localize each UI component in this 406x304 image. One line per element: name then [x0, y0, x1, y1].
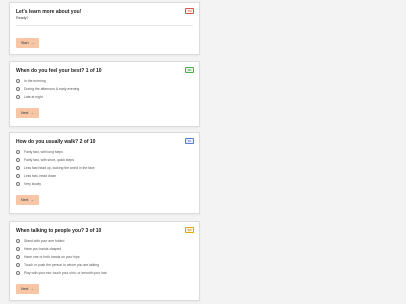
option-label: Less fast head up, looking the world in …: [24, 166, 95, 170]
radio-button[interactable]: [16, 182, 20, 186]
radio-button[interactable]: [16, 166, 20, 170]
option-item[interactable]: Have you hands clasped: [16, 245, 193, 253]
card-subtitle: Ready?: [16, 16, 29, 20]
radio-button[interactable]: [16, 271, 20, 275]
question-card-3: When talking to people you? 3 of 10 SR S…: [9, 221, 200, 301]
question-title: How do you usually walk? 2 of 10: [16, 139, 96, 145]
user-badge: SR: [185, 227, 194, 233]
question-card-2: How do you usually walk? 2 of 10 SL Fair…: [9, 132, 200, 214]
option-label: Have one or both hands on your hips: [24, 255, 80, 259]
option-label: In the morning: [24, 79, 46, 83]
arrow-right-icon: →: [30, 198, 34, 202]
options-list: Fairly fast, with long steps Fairly fast…: [16, 148, 193, 188]
button-label: Next: [21, 198, 29, 202]
option-label: During the afternoon & early evening: [24, 87, 80, 91]
question-card-1: When do you feel your best? 1 of 10 SK I…: [9, 61, 200, 127]
option-item[interactable]: Play with your ear, touch your chin, or …: [16, 269, 193, 277]
option-label: Fairly fast, with short, quick steps: [24, 158, 74, 162]
option-label: Less fast, head down: [24, 174, 57, 178]
option-label: Late at night: [24, 95, 43, 99]
options-list: Stand with your arm folded Have you hand…: [16, 237, 193, 277]
options-list: In the morning During the afternoon & ea…: [16, 77, 193, 101]
next-button[interactable]: Next →: [16, 108, 39, 118]
option-item[interactable]: Very slowly: [16, 180, 193, 188]
button-label: Next: [21, 287, 29, 291]
option-label: Fairly fast, with long steps: [24, 150, 64, 154]
card-title: Let's learn more about you!: [16, 9, 82, 15]
radio-button[interactable]: [16, 158, 20, 162]
arrow-right-icon: →: [30, 41, 35, 45]
option-label: Stand with your arm folded: [24, 239, 65, 243]
intro-card: Let's learn more about you! Ready? TM St…: [9, 2, 200, 55]
option-item[interactable]: Less fast, head down: [16, 172, 193, 180]
question-title: When talking to people you? 3 of 10: [16, 228, 102, 234]
radio-button[interactable]: [16, 263, 20, 267]
next-button[interactable]: Next →: [16, 195, 39, 205]
option-item[interactable]: Less fast head up, looking the world in …: [16, 164, 193, 172]
user-badge: SL: [185, 138, 194, 144]
button-label: Start: [21, 41, 29, 45]
option-item[interactable]: Late at night: [16, 93, 193, 101]
radio-button[interactable]: [16, 150, 20, 154]
question-title: When do you feel your best? 1 of 10: [16, 68, 102, 74]
radio-button[interactable]: [16, 79, 20, 83]
radio-button[interactable]: [16, 87, 20, 91]
option-item[interactable]: In the morning: [16, 77, 193, 85]
user-badge: SK: [185, 67, 194, 73]
start-button[interactable]: Start →: [16, 38, 40, 48]
option-label: Have you hands clasped: [24, 247, 62, 251]
radio-button[interactable]: [16, 247, 20, 251]
option-item[interactable]: Fairly fast, with long steps: [16, 148, 193, 156]
option-item[interactable]: Fairly fast, with short, quick steps: [16, 156, 193, 164]
option-item[interactable]: Touch or push the person to whom you are…: [16, 261, 193, 269]
user-badge: TM: [185, 8, 194, 14]
option-item[interactable]: Have one or both hands on your hips: [16, 253, 193, 261]
radio-button[interactable]: [16, 239, 20, 243]
option-label: Very slowly: [24, 182, 41, 186]
radio-button[interactable]: [16, 95, 20, 99]
option-label: Touch or push the person to whom you are…: [24, 263, 100, 267]
radio-button[interactable]: [16, 174, 20, 178]
option-item[interactable]: During the afternoon & early evening: [16, 85, 193, 93]
button-label: Next: [21, 111, 29, 115]
arrow-right-icon: →: [30, 111, 34, 115]
arrow-right-icon: →: [30, 287, 34, 291]
divider: [16, 25, 193, 26]
next-button[interactable]: Next →: [16, 284, 39, 294]
option-item[interactable]: Stand with your arm folded: [16, 237, 193, 245]
option-label: Play with your ear, touch your chin, or …: [24, 271, 107, 275]
radio-button[interactable]: [16, 255, 20, 259]
